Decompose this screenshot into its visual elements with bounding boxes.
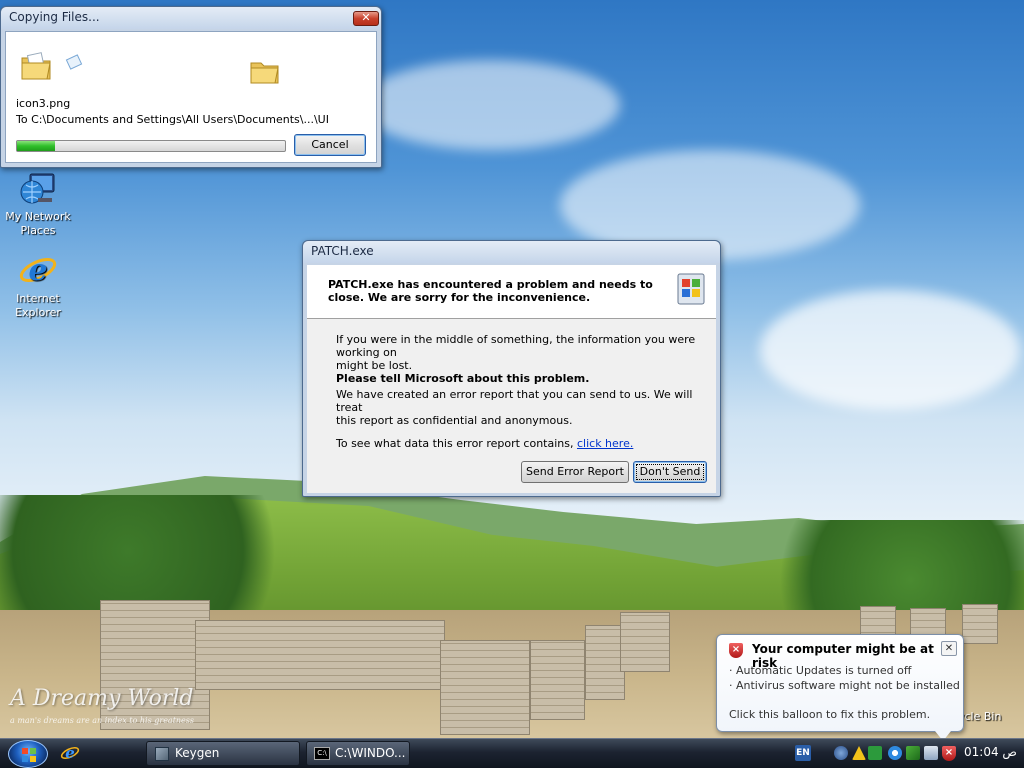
- quick-launch-ie-icon[interactable]: e: [60, 743, 80, 766]
- wallpaper-cloud: [360, 60, 620, 150]
- wallpaper-title: A Dreamy World: [10, 686, 194, 711]
- click-here-link[interactable]: click here.: [577, 437, 633, 450]
- copy-progress-bar: [16, 140, 286, 152]
- destination-folder-icon: [250, 58, 280, 89]
- taskbar-button-label: Keygen: [175, 746, 220, 760]
- send-error-report-button[interactable]: Send Error Report: [521, 461, 629, 483]
- copy-files-dialog: Copying Files... ✕ icon3.png To C:\Docum…: [0, 6, 382, 168]
- copy-dialog-titlebar[interactable]: Copying Files...: [1, 7, 381, 29]
- cancel-button[interactable]: Cancel: [294, 134, 366, 156]
- windows-logo-icon: [22, 748, 36, 762]
- desktop-icon-internet-explorer[interactable]: e Internet Explorer: [0, 250, 76, 320]
- error-dialog-header: PATCH.exe has encountered a problem and …: [307, 265, 716, 319]
- error-text-line: might be lost.: [336, 359, 413, 372]
- error-text-line: If you were in the middle of something, …: [336, 333, 696, 359]
- error-header-line: close. We are sorry for the inconvenienc…: [328, 291, 591, 304]
- volume-tray-icon[interactable]: [924, 746, 938, 760]
- desktop-icon-label: Internet: [16, 292, 60, 305]
- wallpaper-cloud: [760, 290, 1020, 410]
- taskbar-button-label: C:\WINDO...: [335, 746, 406, 760]
- error-dialog-title: PATCH.exe: [311, 244, 374, 258]
- error-header-text: PATCH.exe has encountered a problem and …: [328, 278, 653, 304]
- send-error-report-label: Send Error Report: [526, 465, 624, 478]
- language-indicator[interactable]: EN: [795, 745, 811, 761]
- balloon-footer: Click this balloon to fix this problem.: [729, 708, 931, 721]
- flying-document-icon: [64, 54, 86, 75]
- network-places-icon: [18, 168, 58, 208]
- wallpaper-ruin: [962, 604, 998, 644]
- start-button[interactable]: [8, 740, 48, 768]
- keygen-app-icon: [155, 747, 169, 761]
- error-text-line: this report as confidential and anonymou…: [336, 414, 573, 427]
- taskbar-button-keygen[interactable]: Keygen: [146, 741, 300, 766]
- error-text-line: We have created an error report that you…: [336, 388, 693, 414]
- error-data-prefix: To see what data this error report conta…: [336, 437, 577, 450]
- sync-tray-icon[interactable]: [888, 746, 902, 760]
- dont-send-label: Don't Send: [639, 465, 701, 478]
- copy-progress-fill: [17, 141, 55, 151]
- wallpaper-ruin: [585, 625, 625, 700]
- copy-file-name: icon3.png: [16, 97, 71, 110]
- command-prompt-icon: C:\: [314, 747, 330, 760]
- security-tray-icon[interactable]: [868, 746, 882, 760]
- app-tray-icon[interactable]: [906, 746, 920, 760]
- error-dialog-titlebar[interactable]: PATCH.exe: [303, 241, 720, 263]
- desktop-icon-recycle-bin[interactable]: ycle Bin: [958, 710, 1001, 723]
- copy-destination-path: To C:\Documents and Settings\All Users\D…: [16, 113, 329, 126]
- error-dialog-body: If you were in the middle of something, …: [307, 319, 716, 493]
- wallpaper-tagline: a man's dreams are an index to his great…: [10, 716, 195, 725]
- dont-send-button[interactable]: Don't Send: [633, 461, 707, 483]
- windows-error-icon: [677, 273, 705, 308]
- cancel-button-label: Cancel: [311, 138, 349, 151]
- wallpaper-ruin: [195, 620, 445, 690]
- copy-dialog-title: Copying Files...: [9, 10, 100, 24]
- error-header-line: PATCH.exe has encountered a problem and …: [328, 278, 653, 291]
- source-folder-icon: [20, 50, 54, 87]
- network-tray-icon[interactable]: [834, 746, 848, 760]
- copy-dialog-close-button[interactable]: ✕: [353, 11, 379, 26]
- error-data-line: To see what data this error report conta…: [336, 437, 633, 450]
- error-report-dialog: PATCH.exe PATCH.exe has encountered a pr…: [302, 240, 721, 497]
- svg-text:e: e: [28, 253, 47, 288]
- error-para-report: We have created an error report that you…: [336, 388, 716, 427]
- internet-explorer-icon: e: [18, 250, 58, 290]
- error-tell-heading: Please tell Microsoft about this problem…: [336, 372, 590, 385]
- balloon-item: · Automatic Updates is turned off: [729, 664, 912, 677]
- wallpaper-ruin: [620, 612, 670, 672]
- taskbar-button-cmd[interactable]: C:\ C:\WINDO...: [306, 741, 410, 766]
- balloon-close-button[interactable]: ✕: [941, 641, 957, 656]
- copy-dialog-body: icon3.png To C:\Documents and Settings\A…: [5, 31, 377, 163]
- balloon-item: · Antivirus software might not be instal…: [729, 679, 960, 692]
- wallpaper-ruin: [440, 640, 530, 735]
- desktop-icon-label: Explorer: [15, 306, 61, 319]
- wallpaper-ruin: [530, 640, 585, 720]
- desktop-icon-label: My Network: [5, 210, 71, 223]
- security-alert-balloon[interactable]: × Your computer might be at risk ✕ · Aut…: [716, 634, 964, 741]
- clock[interactable]: 01:04 ص: [964, 745, 1017, 759]
- error-para-lost-work: If you were in the middle of something, …: [336, 333, 716, 372]
- svg-text:e: e: [65, 744, 75, 762]
- desktop-icon-label: Places: [20, 224, 56, 237]
- security-shield-icon: ×: [729, 642, 743, 658]
- security-center-tray-icon[interactable]: ×: [942, 745, 956, 761]
- desktop-icon-network-places[interactable]: My Network Places: [0, 168, 76, 238]
